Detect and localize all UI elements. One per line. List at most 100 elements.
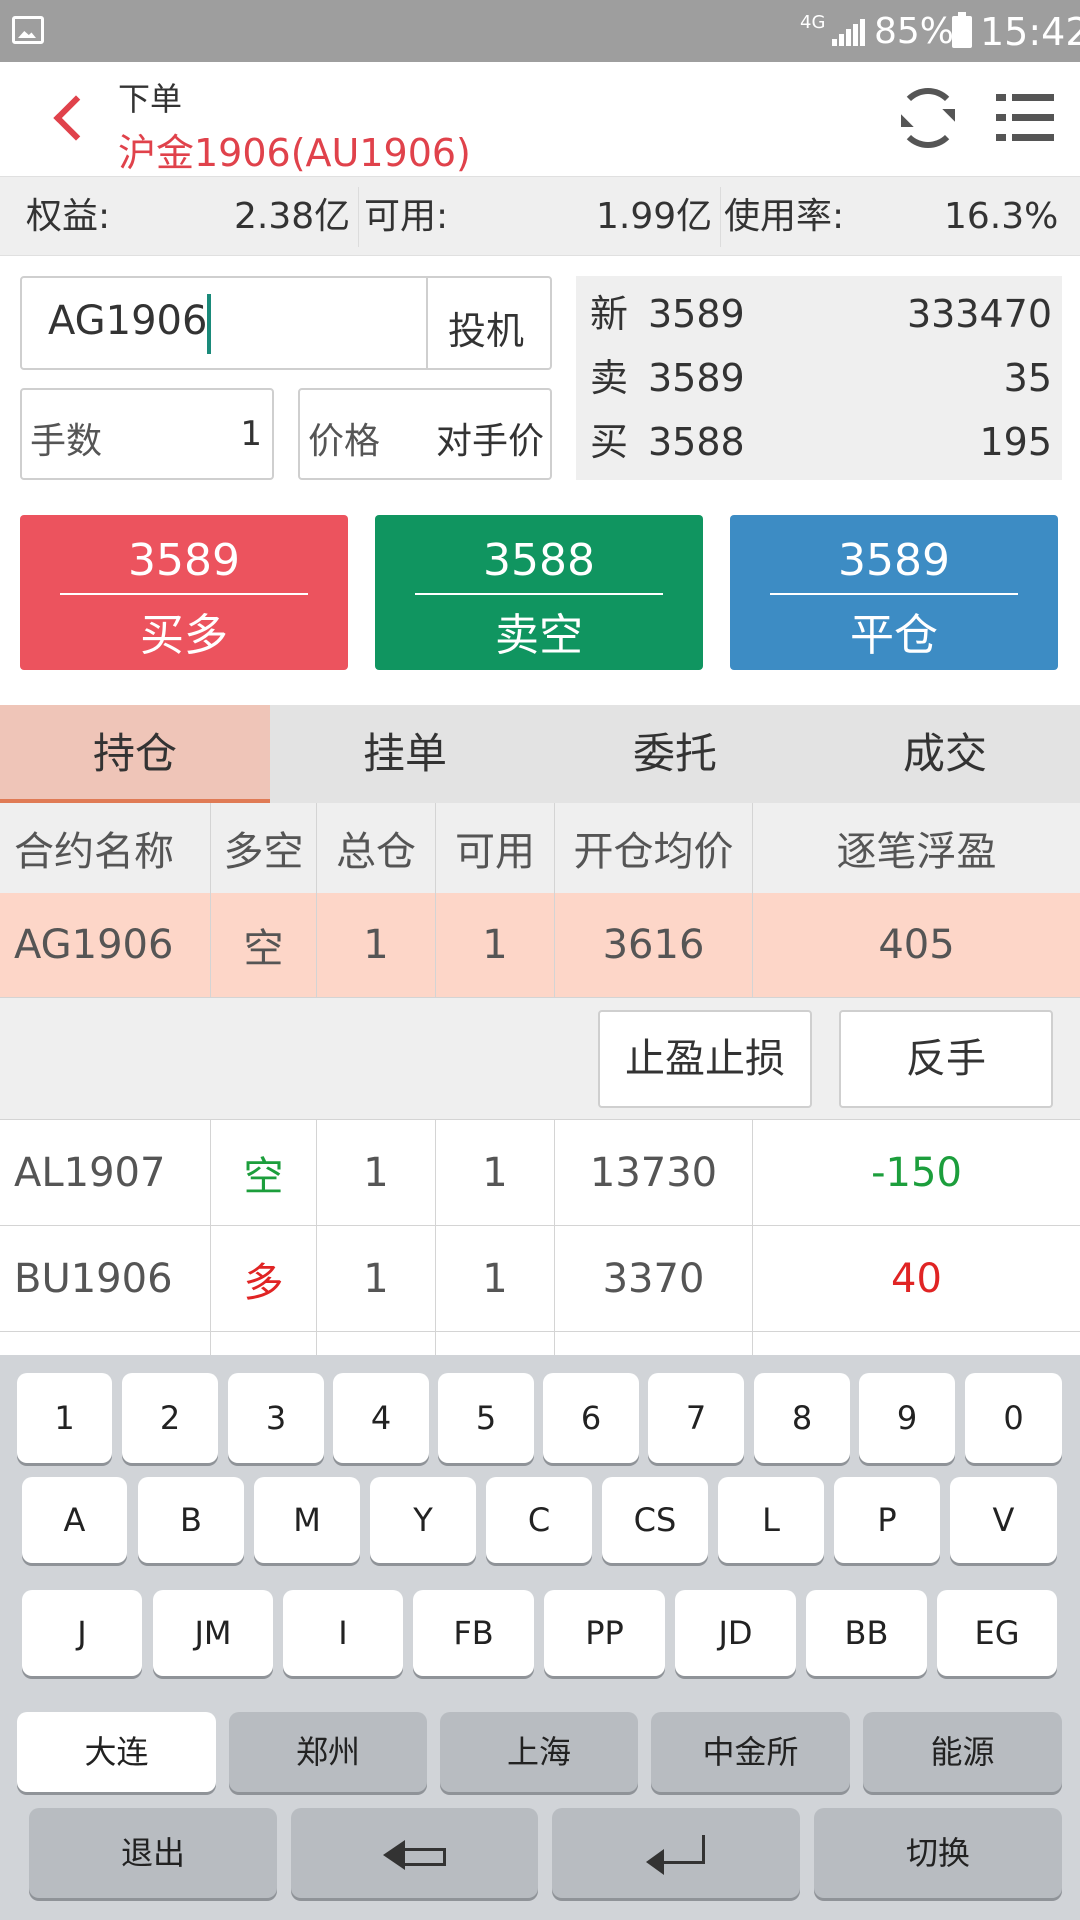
page-title[interactable]: 沪金1906(AU1906) — [118, 122, 471, 177]
table-row[interactable]: AG1906 空 1 1 3616 405 — [0, 893, 1080, 998]
quote-price: 3588 — [648, 420, 745, 464]
key-5[interactable]: 5 — [438, 1373, 534, 1463]
close-price: 3589 — [838, 535, 950, 586]
exit-button[interactable]: 退出 — [29, 1808, 277, 1898]
buy-long-button[interactable]: 3589 买多 — [20, 515, 348, 670]
quote-label: 卖 — [590, 356, 629, 400]
quote-label: 新 — [590, 292, 629, 336]
chevron-left-icon[interactable] — [46, 92, 94, 148]
switch-keyboard-button[interactable]: 切换 — [814, 1808, 1062, 1898]
header-total: 总仓 — [317, 803, 436, 893]
header-available: 可用 — [436, 803, 555, 893]
tab-orders[interactable]: 委托 — [540, 705, 810, 803]
key-EG[interactable]: EG — [937, 1590, 1057, 1676]
close-label: 平仓 — [850, 610, 938, 661]
stop-profit-loss-button[interactable]: 止盈止损 — [598, 1010, 812, 1108]
key-J[interactable]: J — [22, 1590, 142, 1676]
tab-pending[interactable]: 挂单 — [270, 705, 540, 803]
usage-label: 使用率: — [724, 196, 845, 237]
key-3[interactable]: 3 — [228, 1373, 324, 1463]
speculation-type-selector[interactable]: 投机 — [448, 300, 524, 355]
page-subtitle: 下单 — [118, 80, 183, 118]
key-I[interactable]: I — [283, 1590, 403, 1676]
cell-pnl: -150 — [871, 1149, 962, 1196]
price-field[interactable]: 价格 对手价 — [298, 388, 552, 480]
backspace-button[interactable] — [291, 1808, 538, 1898]
available-label: 可用: — [364, 196, 449, 237]
quote-price: 3589 — [648, 292, 745, 336]
positions-table-header: 合约名称 多空 总仓 可用 开仓均价 逐笔浮盈 — [0, 803, 1080, 893]
reverse-button[interactable]: 反手 — [839, 1010, 1053, 1108]
buy-price: 3589 — [128, 535, 240, 586]
key-P[interactable]: P — [834, 1477, 940, 1563]
cell-available: 1 — [436, 1120, 555, 1225]
exchange-dalian[interactable]: 大连 — [17, 1712, 216, 1792]
quantity-field[interactable]: 手数 1 — [20, 388, 274, 480]
key-A[interactable]: A — [22, 1477, 127, 1563]
key-0[interactable]: 0 — [965, 1373, 1062, 1463]
price-value: 对手价 — [435, 421, 544, 462]
status-bar: 4G 85% 15:42 — [0, 0, 1080, 62]
price-label: 价格 — [308, 421, 381, 462]
quote-price: 3589 — [648, 356, 745, 400]
key-2[interactable]: 2 — [122, 1373, 218, 1463]
quantity-value: 1 — [240, 414, 262, 454]
cell-pnl: 40 — [891, 1255, 942, 1302]
quote-panel: 新 3589 333470 卖 3589 35 买 3588 195 — [576, 276, 1062, 480]
key-B[interactable]: B — [138, 1477, 244, 1563]
key-V[interactable]: V — [950, 1477, 1057, 1563]
key-6[interactable]: 6 — [543, 1373, 639, 1463]
exchange-shanghai[interactable]: 上海 — [440, 1712, 638, 1792]
sell-price: 3588 — [483, 535, 595, 586]
equity-label: 权益: — [26, 196, 111, 237]
sell-short-button[interactable]: 3588 卖空 — [375, 515, 703, 670]
key-4[interactable]: 4 — [333, 1373, 429, 1463]
key-BB[interactable]: BB — [806, 1590, 927, 1676]
quote-label: 买 — [590, 420, 629, 464]
quote-row-ask: 卖 3589 35 — [590, 348, 1052, 408]
table-row[interactable]: AL1907 空 1 1 13730 -150 — [0, 1120, 1080, 1226]
contract-code-value: AG1906 — [48, 298, 208, 344]
key-L[interactable]: L — [718, 1477, 824, 1563]
refresh-icon[interactable] — [898, 88, 958, 148]
exchange-zhengzhou[interactable]: 郑州 — [229, 1712, 427, 1792]
list-menu-icon[interactable] — [996, 94, 1054, 142]
cell-avg-price: 3370 — [555, 1226, 753, 1331]
key-PP[interactable]: PP — [544, 1590, 665, 1676]
table-row[interactable]: BU1906 多 1 1 3370 40 — [0, 1226, 1080, 1332]
quantity-label: 手数 — [30, 421, 103, 462]
key-FB[interactable]: FB — [413, 1590, 534, 1676]
tab-trades[interactable]: 成交 — [810, 705, 1080, 803]
quote-volume: 35 — [1003, 356, 1052, 400]
key-M[interactable]: M — [254, 1477, 360, 1563]
exchange-cffex[interactable]: 中金所 — [651, 1712, 850, 1792]
enter-icon — [646, 1835, 706, 1875]
cell-available: 1 — [436, 893, 555, 997]
battery-icon — [952, 12, 972, 48]
cell-total: 1 — [317, 1226, 436, 1331]
exchange-energy[interactable]: 能源 — [863, 1712, 1062, 1792]
cell-total: 1 — [317, 1120, 436, 1225]
key-1[interactable]: 1 — [17, 1373, 112, 1463]
key-CS[interactable]: CS — [602, 1477, 708, 1563]
key-Y[interactable]: Y — [370, 1477, 476, 1563]
account-summary: 权益: 2.38亿 可用: 1.99亿 使用率: 16.3% — [0, 176, 1080, 256]
enter-button[interactable] — [552, 1808, 800, 1898]
available-value: 1.99亿 — [596, 196, 713, 237]
contract-code-input[interactable]: AG1906 投机 — [20, 276, 552, 370]
cell-avg-price: 13730 — [555, 1120, 753, 1225]
cell-available: 1 — [436, 1226, 555, 1331]
key-C[interactable]: C — [486, 1477, 592, 1563]
tab-bar: 持仓 挂单 委托 成交 — [0, 705, 1080, 803]
close-position-button[interactable]: 3589 平仓 — [730, 515, 1058, 670]
text-caret — [207, 294, 211, 354]
key-JM[interactable]: JM — [153, 1590, 273, 1676]
key-7[interactable]: 7 — [648, 1373, 744, 1463]
buy-label: 买多 — [140, 610, 228, 661]
sell-label: 卖空 — [495, 610, 583, 661]
tab-positions[interactable]: 持仓 — [0, 705, 270, 803]
key-JD[interactable]: JD — [675, 1590, 796, 1676]
key-9[interactable]: 9 — [859, 1373, 955, 1463]
quote-volume: 333470 — [906, 292, 1052, 336]
key-8[interactable]: 8 — [754, 1373, 850, 1463]
